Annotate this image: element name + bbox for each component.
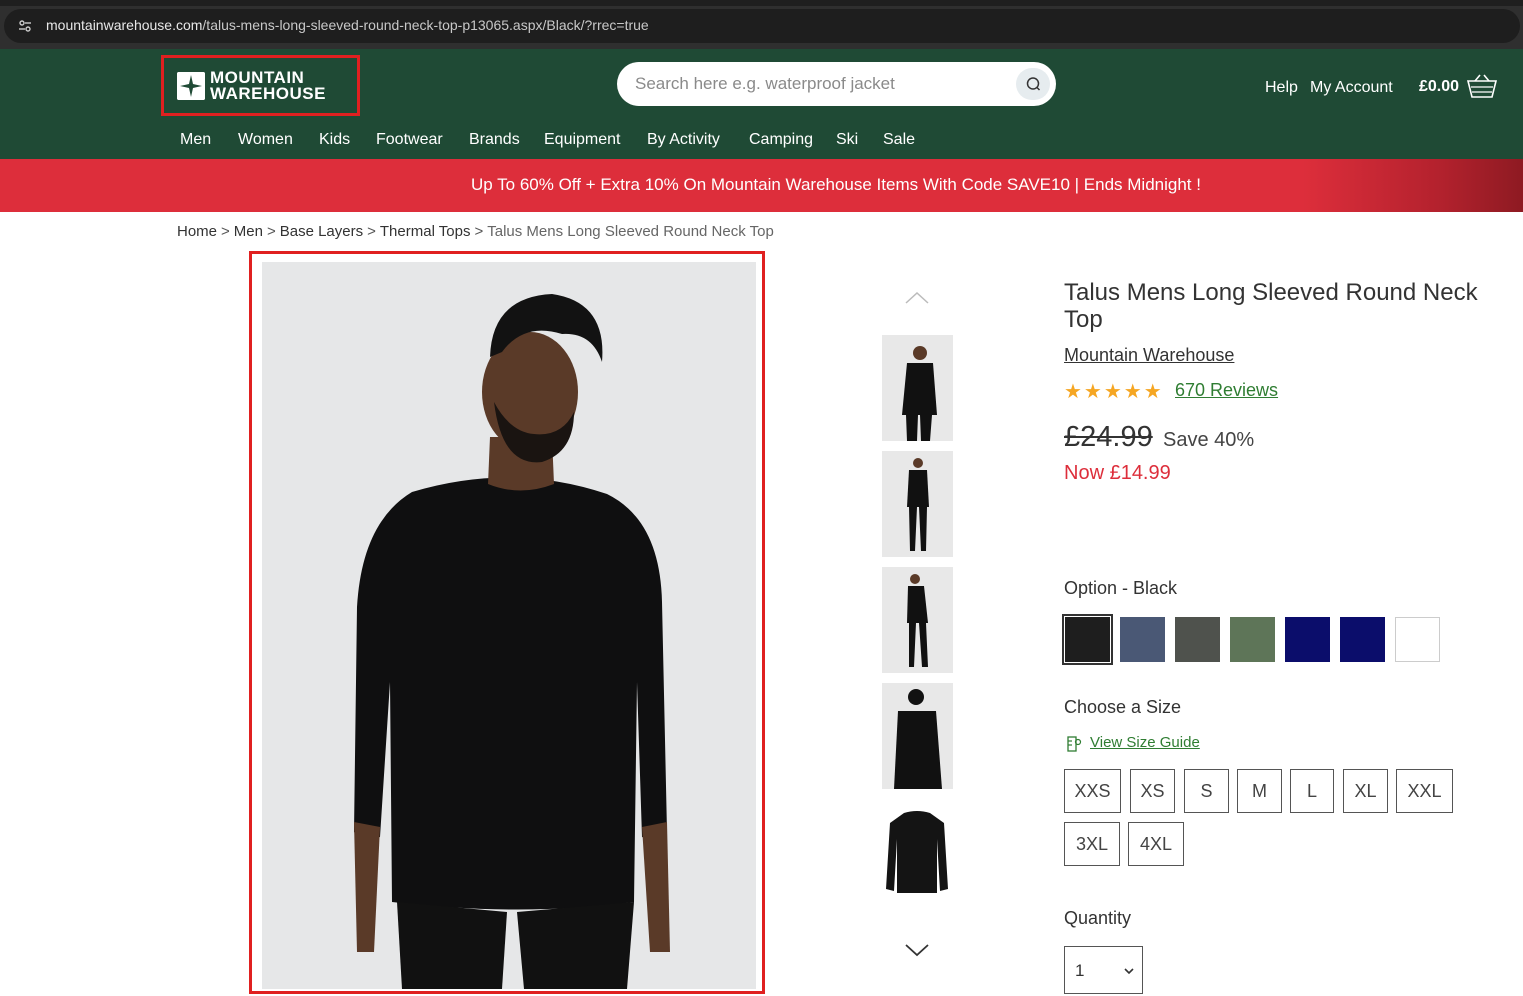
rating-stars: ★★★★★ <box>1064 381 1164 403</box>
chevron-down-icon <box>1124 968 1134 975</box>
main-image-frame <box>249 251 765 994</box>
quantity-label: Quantity <box>1064 908 1132 928</box>
nav-sale[interactable]: Sale <box>883 131 915 149</box>
nav-kids[interactable]: Kids <box>319 131 350 149</box>
breadcrumb-current: Talus Mens Long Sleeved Round Neck Top <box>487 223 774 240</box>
nav-women[interactable]: Women <box>238 131 293 149</box>
swatch-navy-2[interactable] <box>1340 617 1385 662</box>
size-m-button[interactable]: M <box>1237 769 1282 813</box>
search-button[interactable] <box>1016 68 1050 100</box>
url-path: /talus-mens-long-sleeved-round-neck-top-… <box>202 17 649 33</box>
size-l-button[interactable]: L <box>1290 769 1334 813</box>
sale-price: Now £14.99 <box>1064 462 1171 484</box>
quantity-value: 1 <box>1075 961 1085 980</box>
size-guide-link[interactable]: View Size Guide <box>1090 734 1200 751</box>
nav-men[interactable]: Men <box>180 131 211 149</box>
breadcrumb-men[interactable]: Men <box>234 223 263 240</box>
swatch-green[interactable] <box>1230 617 1275 662</box>
address-bar[interactable]: mountainwarehouse.com/talus-mens-long-sl… <box>4 9 1520 43</box>
ruler-icon <box>1067 736 1082 752</box>
logo-line-2: WAREHOUSE <box>210 84 326 103</box>
original-price: £24.99 <box>1064 421 1153 453</box>
thumbnail-5[interactable] <box>882 799 953 905</box>
option-label: Option - Black <box>1064 578 1178 598</box>
swatch-blue-grey[interactable] <box>1120 617 1165 662</box>
nav-ski[interactable]: Ski <box>836 131 858 149</box>
main-product-image[interactable] <box>262 262 756 989</box>
quantity-select[interactable]: 1 <box>1064 946 1143 994</box>
size-4xl-button[interactable]: 4XL <box>1128 822 1184 866</box>
brand-link[interactable]: Mountain Warehouse <box>1064 345 1234 366</box>
size-xs-button[interactable]: XS <box>1130 769 1175 813</box>
size-xxs-button[interactable]: XXS <box>1064 769 1121 813</box>
thumbnail-1[interactable] <box>882 335 953 441</box>
nav-camping[interactable]: Camping <box>749 131 813 149</box>
reviews-link[interactable]: 670 Reviews <box>1175 380 1278 401</box>
url-text[interactable]: mountainwarehouse.com/talus-mens-long-sl… <box>46 17 649 33</box>
site-logo[interactable]: MOUNTAIN WAREHOUSE <box>161 55 360 116</box>
search-icon <box>1026 77 1041 91</box>
url-host: mountainwarehouse.com <box>46 17 203 33</box>
thumb-scroll-up-icon[interactable] <box>902 288 932 308</box>
size-3xl-button[interactable]: 3XL <box>1064 822 1120 866</box>
swatch-dark-grey[interactable] <box>1175 617 1220 662</box>
help-link[interactable]: Help <box>1265 79 1298 97</box>
model-illustration <box>262 262 756 989</box>
search-box <box>617 62 1056 106</box>
size-xxl-button[interactable]: XXL <box>1396 769 1453 813</box>
logo-star-icon <box>177 72 205 100</box>
logo-wordmark: MOUNTAIN WAREHOUSE <box>210 69 326 103</box>
thumb-scroll-down-icon[interactable] <box>902 940 932 960</box>
breadcrumb-thermal-tops[interactable]: Thermal Tops <box>380 223 471 240</box>
promo-banner[interactable]: Up To 60% Off + Extra 10% On Mountain Wa… <box>0 159 1523 212</box>
site-header: MOUNTAIN WAREHOUSE Help My Account £0.00 <box>0 49 1523 119</box>
nav-by-activity[interactable]: By Activity <box>647 131 720 149</box>
swatch-black[interactable] <box>1062 614 1113 665</box>
product-title: Talus Mens Long Sleeved Round Neck Top <box>1064 279 1478 333</box>
browser-tab-strip <box>0 0 1523 6</box>
my-account-link[interactable]: My Account <box>1310 79 1393 97</box>
cart-total[interactable]: £0.00 <box>1419 78 1459 96</box>
site-settings-icon[interactable] <box>17 18 33 34</box>
search-input[interactable] <box>635 72 1005 96</box>
size-xl-button[interactable]: XL <box>1343 769 1388 813</box>
save-badge: Save 40% <box>1163 429 1255 451</box>
thumbnail-3[interactable] <box>882 567 953 673</box>
swatch-navy[interactable] <box>1285 617 1330 662</box>
basket-icon[interactable] <box>1466 73 1498 99</box>
size-label: Choose a Size <box>1064 697 1182 717</box>
breadcrumb-home[interactable]: Home <box>177 223 217 240</box>
nav-footwear[interactable]: Footwear <box>376 131 443 149</box>
nav-equipment[interactable]: Equipment <box>544 131 621 149</box>
nav-brands[interactable]: Brands <box>469 131 520 149</box>
thumbnail-4[interactable] <box>882 683 953 789</box>
browser-toolbar: mountainwarehouse.com/talus-mens-long-sl… <box>0 0 1523 49</box>
thumbnail-2[interactable] <box>882 451 953 557</box>
main-nav: Men Women Kids Footwear Brands Equipment… <box>0 119 1523 159</box>
promo-text: Up To 60% Off + Extra 10% On Mountain Wa… <box>471 175 1201 194</box>
breadcrumb-base-layers[interactable]: Base Layers <box>280 223 363 240</box>
swatch-white[interactable] <box>1395 617 1440 662</box>
breadcrumb: Home > Men > Base Layers > Thermal Tops > Talus … <box>177 223 774 240</box>
size-s-button[interactable]: S <box>1184 769 1229 813</box>
